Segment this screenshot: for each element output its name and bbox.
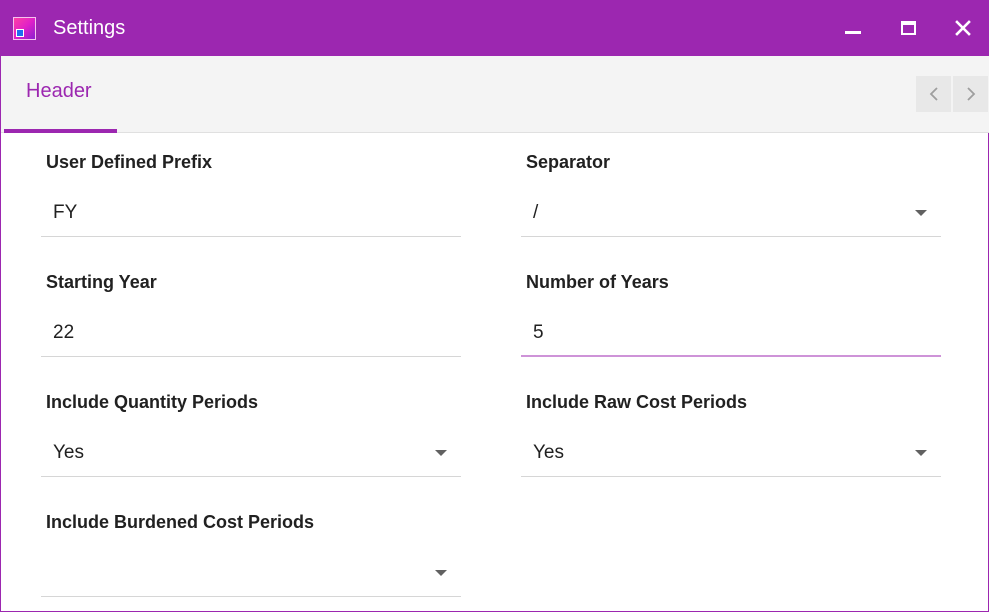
app-logo-icon [13, 17, 36, 40]
tab-scroll-prev-button[interactable] [916, 76, 951, 112]
tab-scroll-next-button[interactable] [953, 76, 988, 112]
close-icon [955, 20, 971, 36]
include-quantity-periods-value: Yes [53, 442, 84, 463]
starting-year-value: 22 [53, 322, 75, 343]
number-of-years-label: Number of Years [526, 272, 669, 292]
include-burdened-cost-periods-field: Include Burdened Cost Periods [41, 512, 461, 612]
starting-year-label: Starting Year [46, 272, 157, 292]
active-tab-indicator [4, 129, 117, 133]
maximize-icon [900, 21, 916, 35]
starting-year-input[interactable]: 22 [41, 302, 461, 357]
tab-bar: Header [1, 56, 989, 133]
user-defined-prefix-input[interactable]: FY [41, 182, 461, 237]
settings-window: Settings Header User Defined Prefix FY S… [0, 0, 989, 612]
minimize-button[interactable] [835, 10, 871, 46]
include-quantity-periods-label: Include Quantity Periods [46, 392, 259, 412]
separator-label: Separator [526, 152, 611, 172]
include-quantity-periods-select[interactable]: Yes [41, 422, 461, 477]
separator-value: / [533, 202, 539, 223]
user-defined-prefix-field: User Defined Prefix FY [41, 152, 461, 262]
number-of-years-field: Number of Years 5 [521, 272, 941, 382]
include-raw-cost-periods-select[interactable]: Yes [521, 422, 941, 477]
number-of-years-value: 5 [533, 322, 544, 343]
separator-select[interactable]: / [521, 182, 941, 237]
minimize-icon [845, 30, 861, 34]
user-defined-prefix-value: FY [53, 202, 78, 223]
maximize-button[interactable] [890, 10, 926, 46]
starting-year-field: Starting Year 22 [41, 272, 461, 382]
dropdown-arrow-icon [435, 450, 447, 456]
separator-field: Separator / [521, 152, 941, 262]
title-bar[interactable]: Settings [1, 0, 989, 56]
include-raw-cost-periods-label: Include Raw Cost Periods [526, 392, 748, 412]
dropdown-arrow-icon [915, 210, 927, 216]
number-of-years-input[interactable]: 5 [521, 302, 941, 357]
include-raw-cost-periods-field: Include Raw Cost Periods Yes [521, 392, 941, 502]
tab-header-label: Header [26, 80, 92, 102]
user-defined-prefix-label: User Defined Prefix [46, 152, 213, 172]
include-burdened-cost-periods-select[interactable] [41, 542, 461, 597]
include-raw-cost-periods-value: Yes [533, 442, 564, 463]
include-quantity-periods-field: Include Quantity Periods Yes [41, 392, 461, 502]
include-burdened-cost-periods-label: Include Burdened Cost Periods [46, 512, 315, 532]
chevron-left-icon [929, 87, 938, 101]
dropdown-arrow-icon [915, 450, 927, 456]
chevron-right-icon [966, 87, 975, 101]
dropdown-arrow-icon [435, 570, 447, 576]
close-button[interactable] [945, 10, 981, 46]
tab-header[interactable]: Header [4, 56, 117, 133]
window-title: Settings [53, 17, 126, 39]
